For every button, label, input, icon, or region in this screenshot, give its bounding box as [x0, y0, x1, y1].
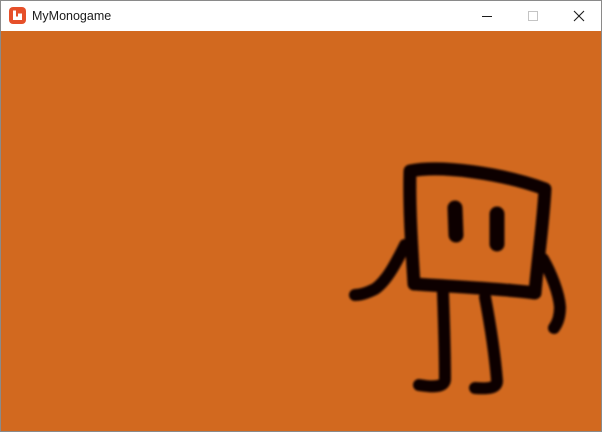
window-title: MyMonogame — [32, 9, 112, 23]
maximize-button[interactable] — [510, 1, 556, 31]
game-canvas[interactable] — [1, 31, 601, 431]
title-bar[interactable]: MyMonogame — [1, 1, 601, 31]
character-left-eye — [447, 200, 464, 243]
maximize-icon — [528, 11, 538, 21]
canvas-background — [1, 31, 601, 431]
game-scene — [1, 31, 601, 431]
close-icon — [573, 10, 585, 22]
minimize-button[interactable] — [464, 1, 510, 31]
close-button[interactable] — [556, 1, 601, 31]
minimize-icon — [482, 16, 492, 17]
monogame-logo-icon — [9, 7, 26, 24]
game-window: MyMonogame — [0, 0, 602, 432]
